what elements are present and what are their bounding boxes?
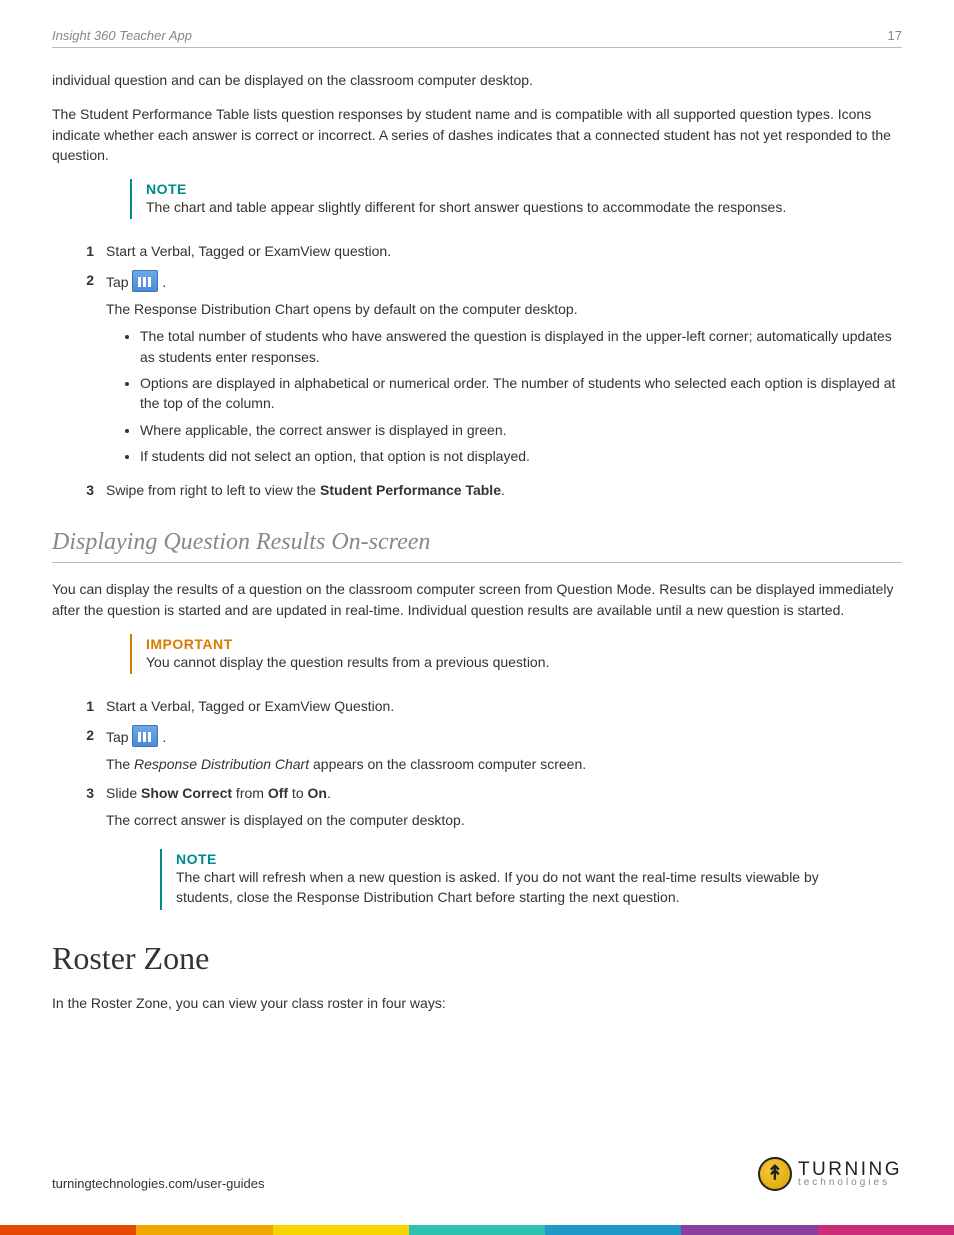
logo-icon	[758, 1157, 792, 1191]
footer-url: turningtechnologies.com/user-guides	[52, 1176, 264, 1191]
step-number: 3	[76, 783, 106, 831]
doc-title: Insight 360 Teacher App	[52, 28, 192, 43]
important-title: IMPORTANT	[146, 636, 840, 652]
section3-intro: In the Roster Zone, you can view your cl…	[52, 993, 902, 1013]
step-3: 3 Slide Show Correct from Off to On. The…	[52, 783, 902, 831]
step-number: 1	[76, 241, 106, 262]
note-body: The chart will refresh when a new questi…	[176, 867, 870, 908]
brand-name-top: TURNING	[798, 1161, 902, 1178]
intro-paragraph-2: The Student Performance Table lists ques…	[52, 104, 902, 165]
footer-color-bar	[0, 1225, 954, 1235]
note-callout-1: NOTE The chart and table appear slightly…	[130, 179, 850, 219]
intro-paragraph-1: individual question and can be displayed…	[52, 70, 902, 90]
step-text: Slide Show Correct from Off to On. The c…	[106, 783, 902, 831]
step-text: Swipe from right to left to view the Stu…	[106, 480, 902, 501]
step-sub: The Response Distribution Chart appears …	[106, 754, 902, 775]
page-header: Insight 360 Teacher App 17	[52, 28, 902, 48]
step-1: 1 Start a Verbal, Tagged or ExamView Que…	[52, 696, 902, 717]
bullet: Where applicable, the correct answer is …	[140, 420, 902, 440]
step-3: 3 Swipe from right to left to view the S…	[52, 480, 902, 501]
step-number: 3	[76, 480, 106, 501]
page-number: 17	[888, 28, 902, 43]
step-1: 1 Start a Verbal, Tagged or ExamView que…	[52, 241, 902, 262]
brand-name-bottom: technologies	[798, 1178, 902, 1187]
note-callout-2: NOTE The chart will refresh when a new q…	[160, 849, 880, 910]
note-title: NOTE	[146, 181, 840, 197]
step-number: 1	[76, 696, 106, 717]
step-text: Start a Verbal, Tagged or ExamView Quest…	[106, 696, 902, 717]
steps-list-1: 1 Start a Verbal, Tagged or ExamView que…	[52, 241, 902, 501]
important-body: You cannot display the question results …	[146, 652, 840, 672]
note-body: The chart and table appear slightly diff…	[146, 197, 840, 217]
step-sub-intro: The Response Distribution Chart opens by…	[106, 299, 902, 320]
bullet: If students did not select an option, th…	[140, 446, 902, 466]
important-callout: IMPORTANT You cannot display the questio…	[130, 634, 850, 674]
step-text: Tap . The Response Distribution Chart op…	[106, 270, 902, 472]
steps-list-2: 1 Start a Verbal, Tagged or ExamView Que…	[52, 696, 902, 831]
step-2: 2 Tap . The Response Distribution Chart …	[52, 725, 902, 775]
step-text: Start a Verbal, Tagged or ExamView quest…	[106, 241, 902, 262]
brand-logo: TURNING technologies	[758, 1157, 902, 1191]
note-title: NOTE	[176, 851, 870, 867]
step-2: 2 Tap . The Response Distribution Chart …	[52, 270, 902, 472]
step-number: 2	[76, 725, 106, 775]
page-footer: turningtechnologies.com/user-guides TURN…	[52, 1157, 902, 1191]
step-text: Tap . The Response Distribution Chart ap…	[106, 725, 902, 775]
step-sub: The correct answer is displayed on the c…	[106, 810, 902, 831]
bullet: Options are displayed in alphabetical or…	[140, 373, 902, 414]
chart-icon	[132, 270, 158, 292]
section2-intro: You can display the results of a questio…	[52, 579, 902, 620]
sub-bullets: The total number of students who have an…	[140, 326, 902, 466]
section-heading-roster-zone: Roster Zone	[52, 940, 902, 977]
bullet: The total number of students who have an…	[140, 326, 902, 367]
section-heading-displaying: Displaying Question Results On-screen	[52, 529, 902, 563]
chart-icon	[132, 725, 158, 747]
step-number: 2	[76, 270, 106, 472]
